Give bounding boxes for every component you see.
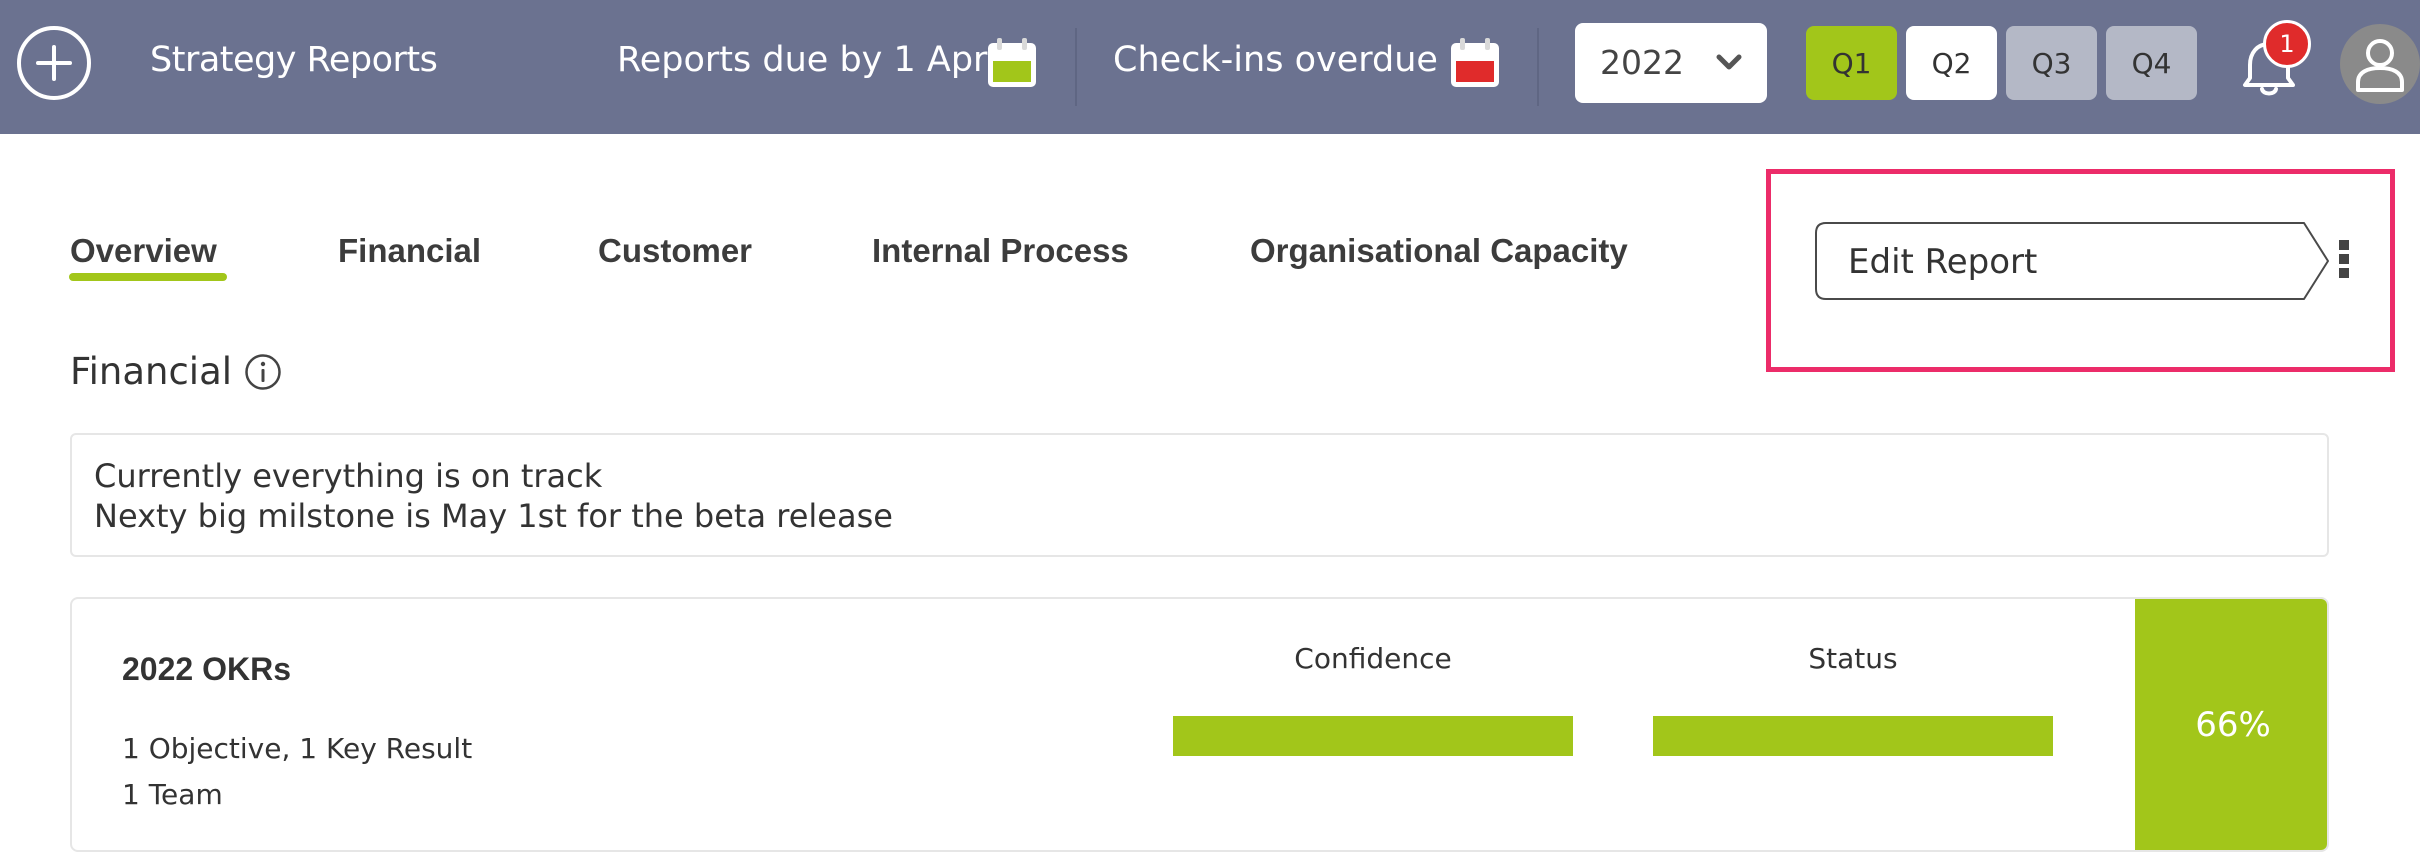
report-note: Currently everything is on track Nexty b…: [70, 433, 2329, 557]
vertical-dots-icon[interactable]: [2336, 240, 2352, 280]
okr-card[interactable]: 2022 OKRs 1 Objective, 1 Key Result 1 Te…: [70, 597, 2329, 852]
chevron-down-icon: [1716, 54, 1742, 70]
plus-icon: [36, 45, 72, 81]
tab-organisational-capacity[interactable]: Organisational Capacity: [1250, 232, 1628, 270]
divider: [1537, 28, 1539, 106]
checkins-overdue-link[interactable]: Check-ins overdue: [1113, 40, 1438, 80]
tab-internal-process[interactable]: Internal Process: [872, 232, 1129, 270]
calendar-red-icon[interactable]: [1448, 36, 1502, 90]
tab-financial[interactable]: Financial: [338, 232, 481, 270]
add-button[interactable]: [17, 26, 91, 100]
quarter-q1-button[interactable]: Q1: [1806, 26, 1897, 100]
avatar[interactable]: [2340, 24, 2420, 104]
quarter-q4-button[interactable]: Q4: [2106, 26, 2197, 100]
confidence-bar: [1173, 716, 1573, 756]
confidence-label: Confidence: [1294, 642, 1452, 675]
tab-customer[interactable]: Customer: [598, 232, 752, 270]
user-icon: [2356, 39, 2404, 92]
section-title: Financial: [70, 350, 233, 393]
quarter-q2-button[interactable]: Q2: [1906, 26, 1997, 100]
okr-teams-summary: 1 Team: [122, 778, 223, 811]
confidence-bar-fill: [1173, 716, 1573, 756]
active-tab-indicator: [69, 273, 227, 281]
status-label: Status: [1808, 642, 1898, 675]
status-bar-fill: [1653, 716, 2053, 756]
notification-badge: 1: [2263, 20, 2311, 68]
note-line: Nexty big milstone is May 1st for the be…: [94, 497, 893, 535]
reports-due-link[interactable]: Reports due by 1 Apr: [617, 40, 987, 80]
app-title: Strategy Reports: [150, 40, 438, 80]
top-bar: Strategy Reports Reports due by 1 Apr Ch…: [0, 0, 2420, 134]
progress-percent: 66%: [2135, 599, 2327, 850]
okr-objectives-summary: 1 Objective, 1 Key Result: [122, 732, 473, 765]
note-line: Currently everything is on track: [94, 457, 603, 495]
status-bar: [1653, 716, 2053, 756]
okr-title: 2022 OKRs: [122, 651, 291, 687]
divider: [1075, 28, 1077, 106]
edit-report-label[interactable]: Edit Report: [1848, 242, 2037, 282]
calendar-green-icon[interactable]: [985, 36, 1039, 90]
info-icon[interactable]: [244, 353, 282, 391]
year-select[interactable]: 2022: [1575, 23, 1767, 103]
tab-overview[interactable]: Overview: [70, 232, 217, 270]
quarter-q3-button[interactable]: Q3: [2006, 26, 2097, 100]
year-select-value: 2022: [1600, 43, 1684, 82]
